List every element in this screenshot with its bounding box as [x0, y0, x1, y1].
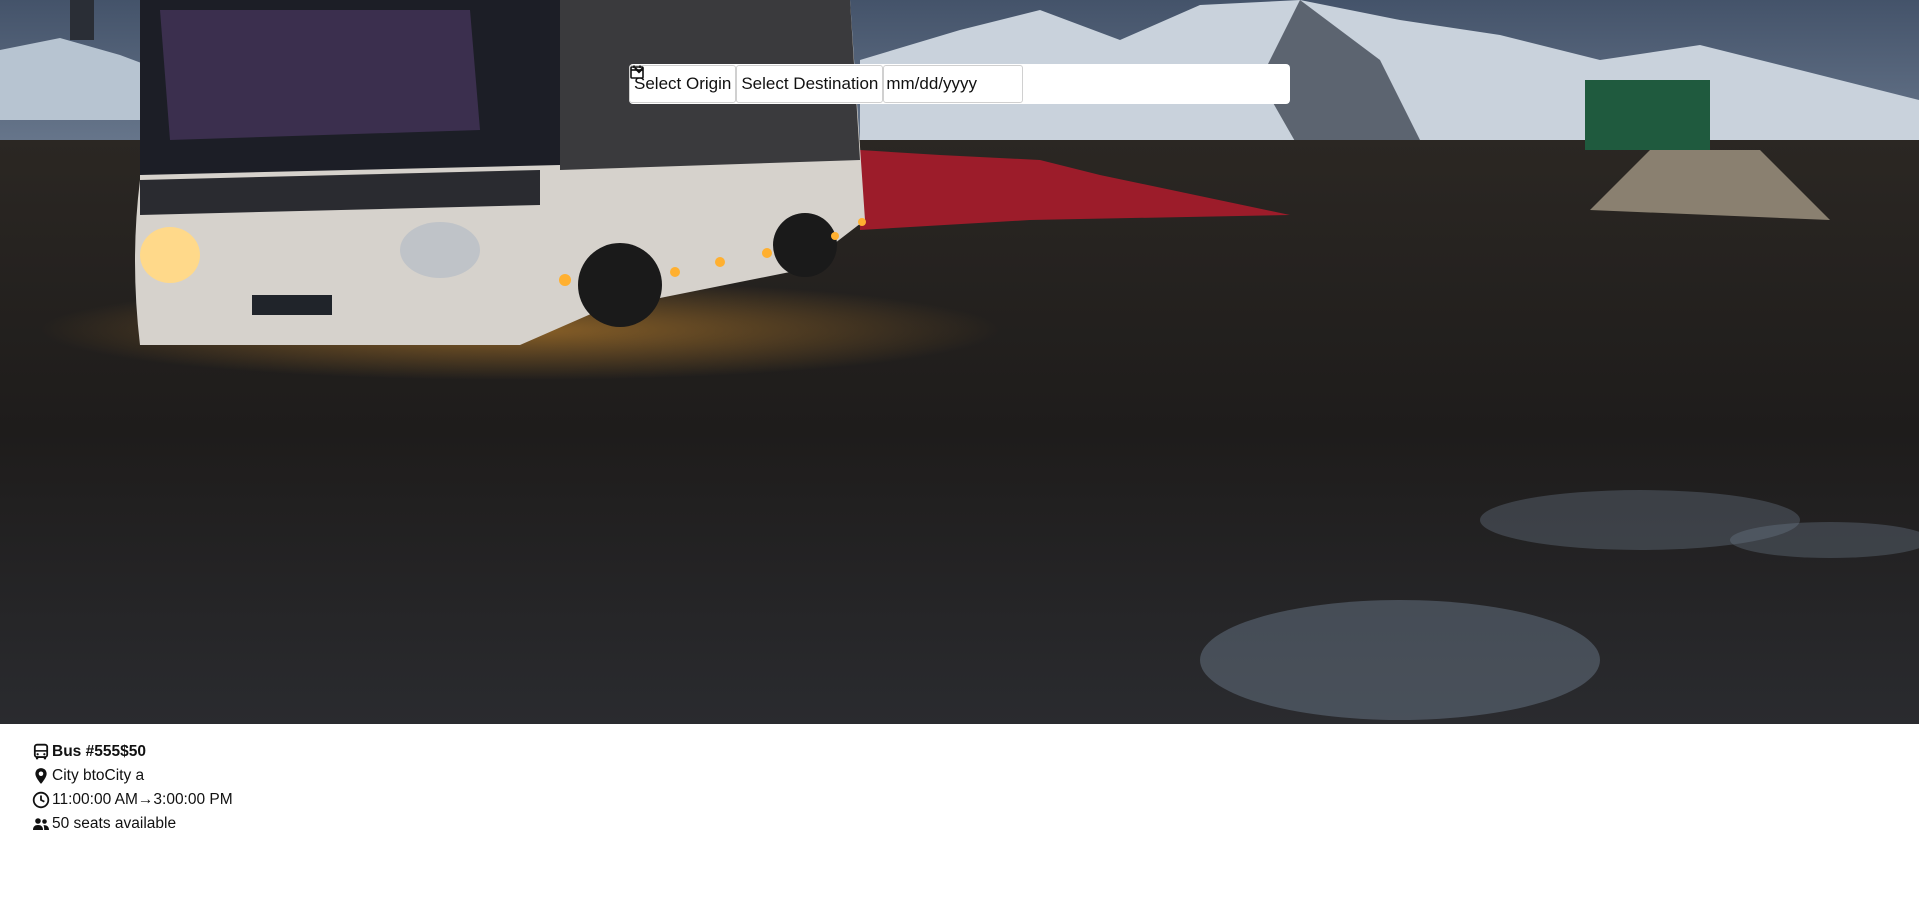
clock-icon — [32, 791, 50, 809]
hero-scene — [0, 0, 1919, 724]
seats-row: 50 seats available — [32, 812, 632, 836]
date-input-placeholder: mm/dd/yyyy — [886, 74, 978, 93]
time-row: 11:00:00 AM → 3:00:00 PM — [32, 788, 632, 812]
hero-background-image: Select Origin Select Destination mm/dd/y… — [0, 0, 1919, 724]
bus-result-card[interactable]: Bus #555 $50 City btoCity a 11:00:00 AM → 3… — [32, 740, 632, 836]
seats-available: 50 seats available — [52, 815, 177, 832]
destination-select-label: Select Destination — [741, 74, 879, 93]
bus-icon — [33, 743, 49, 760]
map-pin-icon — [35, 768, 47, 784]
time-arrow: → — [137, 791, 154, 808]
bus-name: Bus #555 — [52, 743, 121, 760]
arrival-time: 3:00:00 PM — [153, 791, 233, 808]
origin-select-label: Select Origin — [634, 74, 732, 93]
bus-title-row: Bus #555 $50 — [32, 740, 632, 764]
bus-price: $50 — [120, 743, 146, 760]
route-row: City btoCity a — [32, 764, 632, 788]
date-input[interactable]: mm/dd/yyyy — [630, 65, 1024, 103]
departure-time: 11:00:00 AM — [52, 791, 138, 808]
destination-select[interactable]: Select Destination — [634, 65, 884, 103]
origin-select[interactable]: Select Origin — [629, 65, 737, 103]
people-icon — [33, 818, 49, 830]
search-bar: Select Origin Select Destination mm/dd/y… — [629, 64, 1290, 104]
route-text: City btoCity a — [52, 767, 145, 784]
calendar-icon[interactable] — [629, 64, 645, 80]
